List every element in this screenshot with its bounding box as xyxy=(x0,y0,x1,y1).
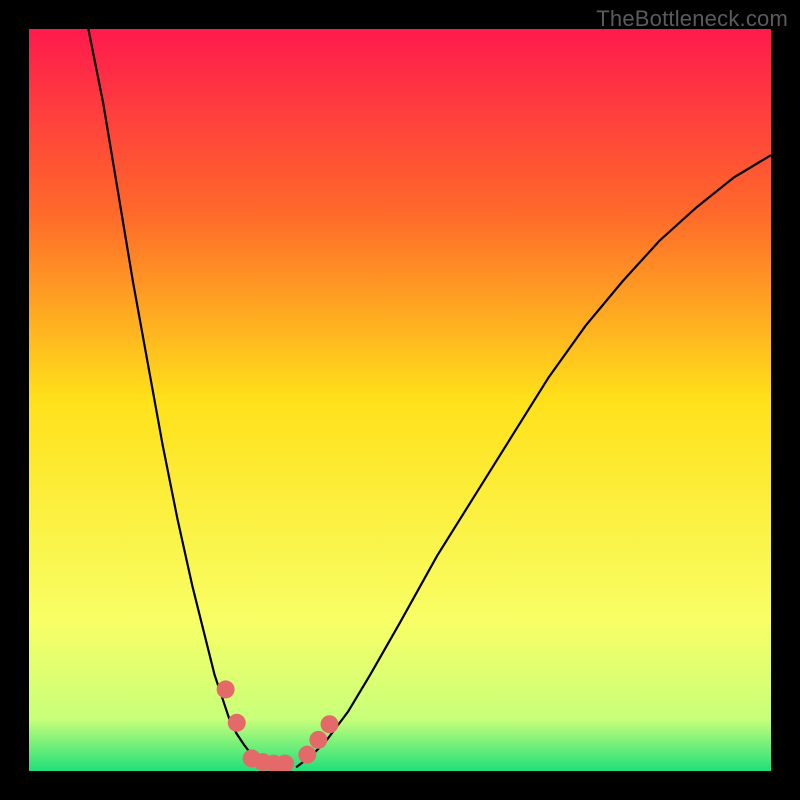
plot-area xyxy=(29,29,771,771)
plot-background xyxy=(29,29,771,771)
marker-point xyxy=(309,731,327,749)
chart-frame: TheBottleneck.com xyxy=(0,0,800,800)
marker-point xyxy=(321,715,339,733)
marker-point xyxy=(228,714,246,732)
marker-point xyxy=(217,680,235,698)
marker-point xyxy=(298,746,316,764)
plot-svg xyxy=(29,29,771,771)
watermark-text: TheBottleneck.com xyxy=(596,6,788,32)
